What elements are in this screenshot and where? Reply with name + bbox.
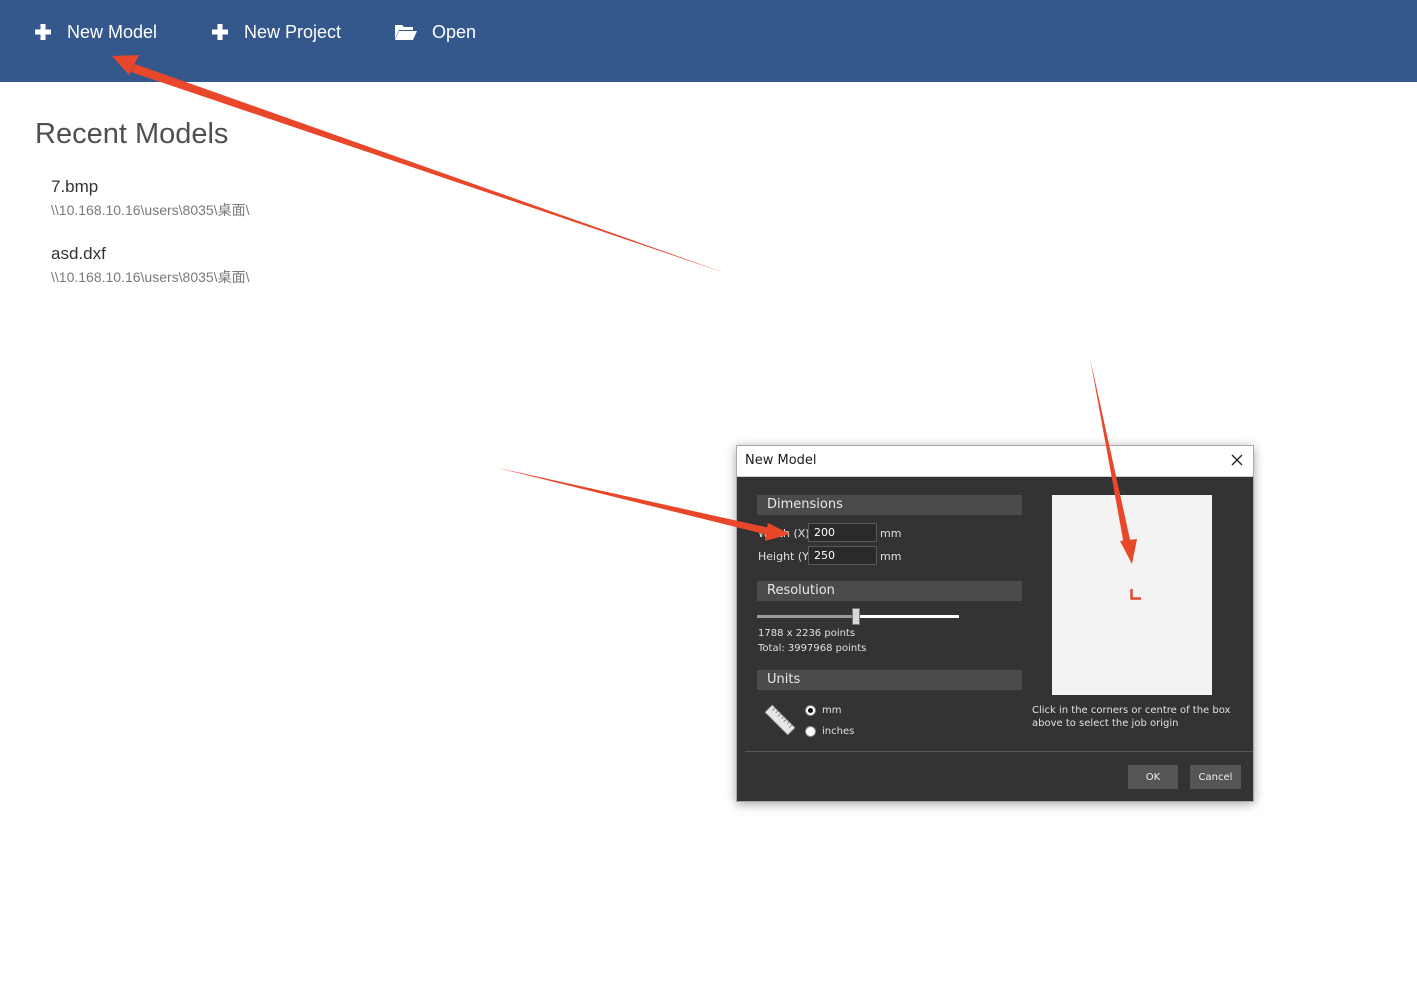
- open-button[interactable]: Open: [394, 19, 476, 45]
- top-toolbar: New Model New Project Open: [0, 0, 1417, 82]
- resolution-header: Resolution: [757, 581, 1022, 601]
- resolution-slider-thumb[interactable]: [852, 608, 860, 625]
- units-mm-label: mm: [822, 705, 842, 716]
- job-origin-hint: Click in the corners or centre of the bo…: [1032, 705, 1231, 729]
- dialog-titlebar: New Model: [737, 446, 1253, 477]
- job-origin-preview[interactable]: [1052, 495, 1212, 695]
- width-unit: mm: [880, 527, 902, 540]
- new-model-label: New Model: [67, 21, 158, 42]
- dialog-title: New Model: [745, 453, 817, 468]
- units-mm-radio[interactable]: mm: [805, 705, 841, 716]
- ok-button[interactable]: OK: [1128, 765, 1178, 789]
- resolution-slider-fill: [857, 615, 959, 618]
- recent-model-path: \\10.168.10.16\users\8035\桌面\: [51, 202, 250, 218]
- recent-model-name: asd.dxf: [51, 244, 106, 263]
- height-label: Height (Y): [758, 550, 814, 563]
- width-input[interactable]: [808, 523, 877, 542]
- new-model-dialog: New Model Dimensions Width (X) mm Height…: [736, 445, 1254, 802]
- plus-icon: [210, 22, 230, 42]
- radio-selected-icon: [805, 705, 816, 716]
- resolution-points-text: 1788 x 2236 points: [758, 628, 856, 639]
- units-inches-radio[interactable]: inches: [805, 726, 854, 737]
- recent-model-path: \\10.168.10.16\users\8035\桌面\: [51, 269, 250, 285]
- recent-model-name: 7.bmp: [51, 177, 99, 196]
- recent-model-item[interactable]: 7.bmp \\10.168.10.16\users\8035\桌面\: [51, 176, 249, 219]
- new-model-button[interactable]: New Model: [33, 19, 157, 45]
- radio-unselected-icon: [805, 726, 816, 737]
- dialog-divider: [745, 751, 1253, 752]
- open-label: Open: [432, 21, 477, 42]
- recent-models-title: Recent Models: [35, 118, 229, 150]
- ruler-icon: [763, 703, 797, 741]
- new-project-label: New Project: [244, 21, 342, 42]
- height-unit: mm: [880, 550, 902, 563]
- close-icon[interactable]: [1229, 452, 1245, 468]
- cancel-button[interactable]: Cancel: [1190, 765, 1241, 789]
- annotation-arrow: [112, 55, 728, 274]
- folder-open-icon: [394, 23, 418, 41]
- recent-model-item[interactable]: asd.dxf \\10.168.10.16\users\8035\桌面\: [51, 243, 249, 286]
- resolution-total-text: Total: 3997968 points: [758, 643, 867, 654]
- new-project-button[interactable]: New Project: [210, 19, 341, 45]
- plus-icon: [33, 22, 53, 42]
- dimensions-header: Dimensions: [757, 495, 1022, 515]
- units-header: Units: [757, 670, 1022, 690]
- width-label: Width (X): [758, 527, 810, 540]
- origin-marker-icon: [1130, 585, 1141, 600]
- height-input[interactable]: [808, 546, 877, 565]
- units-inches-label: inches: [822, 726, 855, 737]
